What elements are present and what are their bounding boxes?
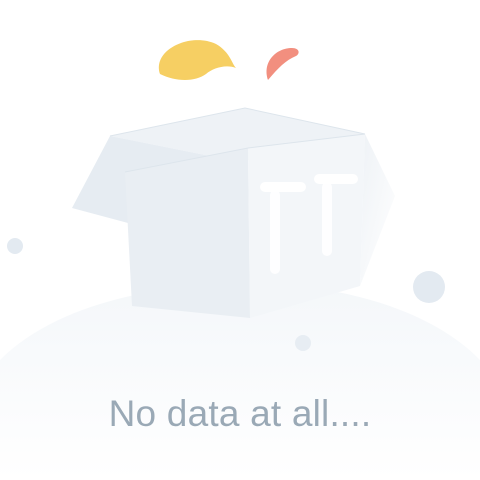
yellow-leaf [158, 40, 236, 80]
box-front [125, 148, 250, 318]
dot-bottom [295, 335, 311, 351]
red-leaf [266, 48, 299, 80]
dot-left [7, 238, 23, 254]
empty-state-message: No data at all.... [108, 393, 372, 434]
dot-right [413, 271, 445, 303]
box-right [248, 134, 365, 318]
box-bar-2 [314, 174, 358, 184]
box-slot-1 [270, 190, 280, 274]
empty-state: No data at all.... [0, 0, 480, 480]
box-right-flap [360, 134, 395, 286]
box-bar-1 [260, 182, 306, 192]
box-slot-2 [322, 182, 332, 256]
